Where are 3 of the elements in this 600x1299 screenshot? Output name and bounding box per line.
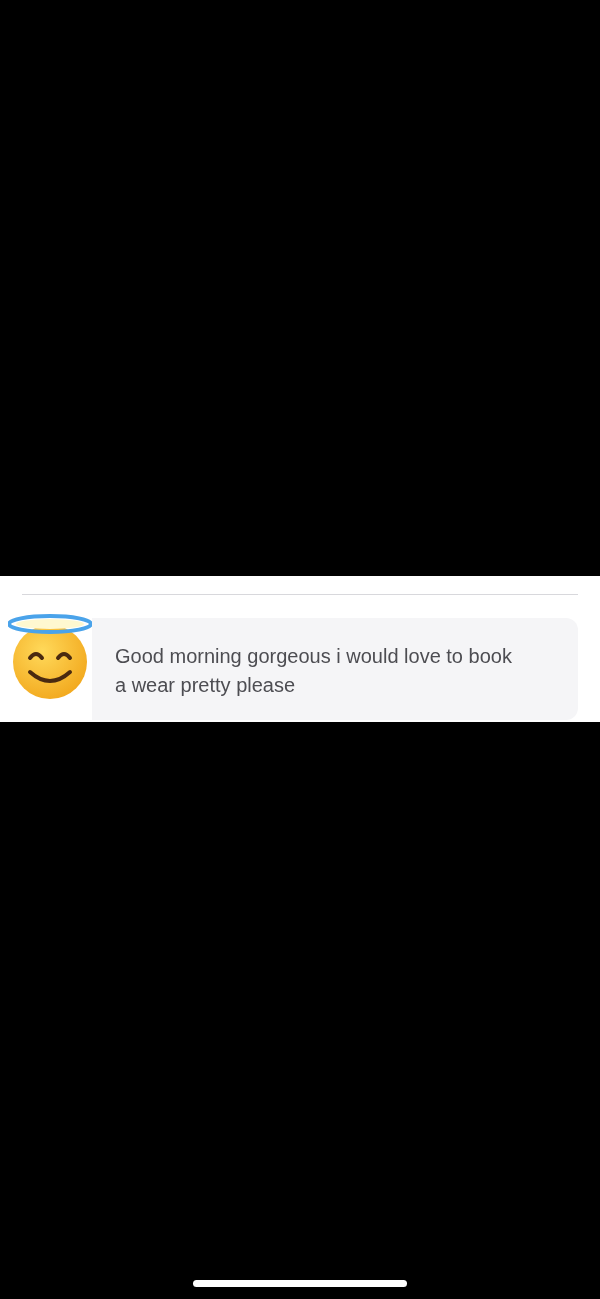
smiling-face-with-halo-icon — [8, 614, 92, 700]
message-text: Good morning gorgeous i would love to book a wear pretty please — [115, 644, 513, 698]
home-indicator[interactable] — [193, 1280, 407, 1287]
